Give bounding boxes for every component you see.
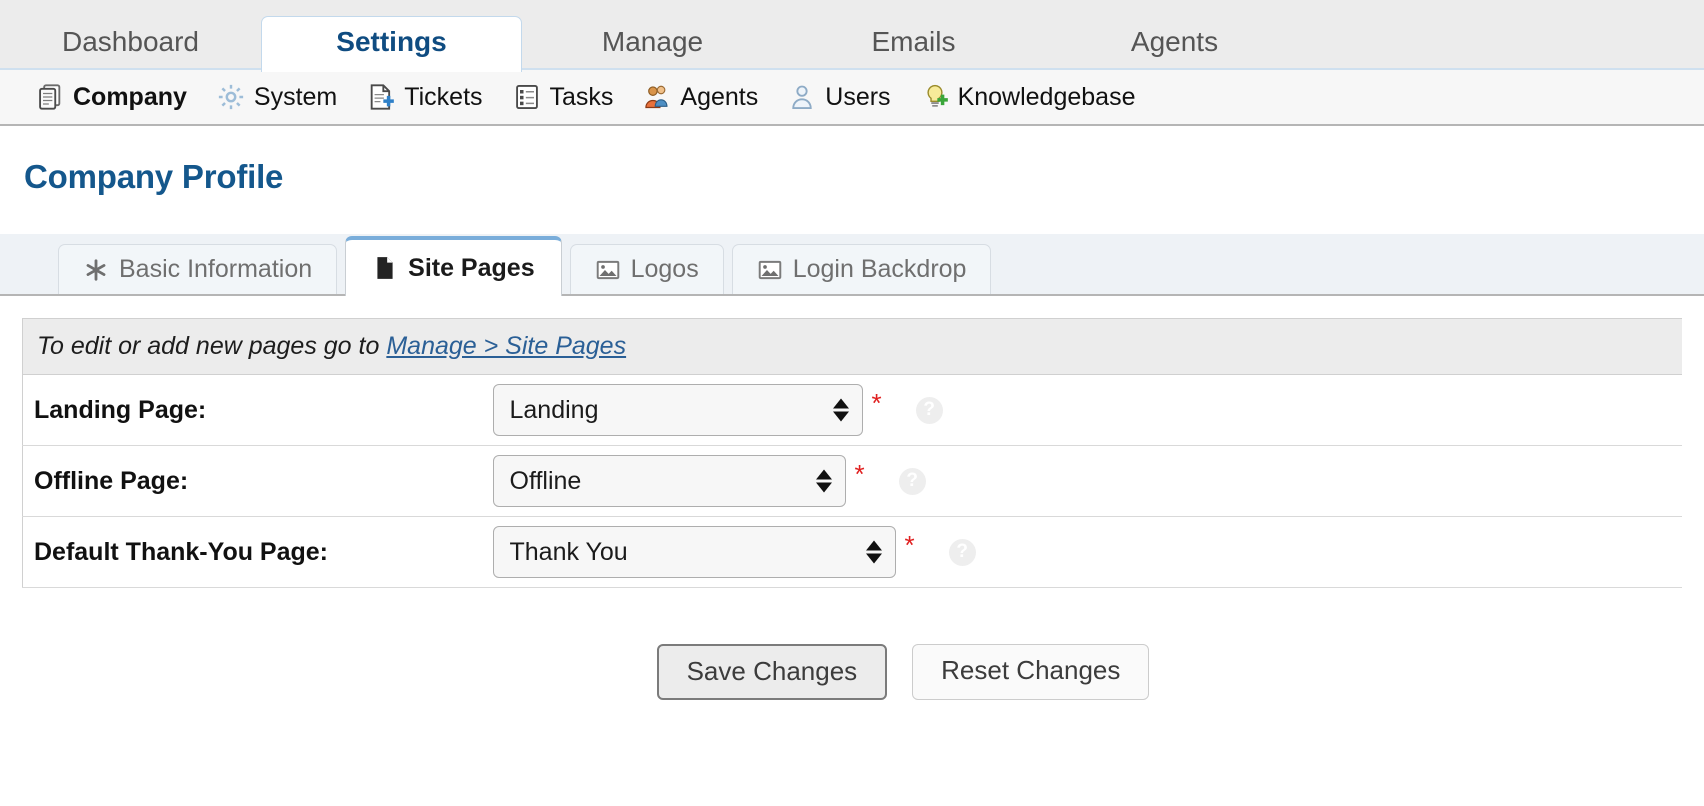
nav-tab-label: Manage — [602, 26, 703, 57]
subnav-item-label: Knowledgebase — [958, 83, 1136, 112]
select-value: Thank You — [510, 538, 628, 567]
subnav-item-system[interactable]: System — [217, 83, 337, 112]
form-row: Offline Page: Offline *? — [23, 446, 1683, 517]
select-spinner-icon[interactable] — [816, 470, 832, 493]
field-control-group: Offline *? — [493, 455, 1683, 507]
section-tab-site-pages[interactable]: Site Pages — [345, 236, 561, 296]
task-list-icon — [513, 83, 541, 111]
section-tab-logos[interactable]: Logos — [570, 244, 724, 294]
subnav-item-users[interactable]: Users — [788, 83, 890, 112]
form-row: Landing Page: Landing *? — [23, 375, 1683, 446]
field-control-group: Thank You *? — [493, 526, 1683, 578]
subnav-item-label: System — [254, 83, 337, 112]
nav-tab-settings[interactable]: Settings — [261, 16, 522, 72]
page-file-icon — [372, 255, 398, 281]
field-control-cell: Thank You *? — [493, 517, 1683, 588]
info-bar-text: To edit or add new pages go to — [37, 332, 386, 360]
select-value: Landing — [510, 396, 599, 425]
image-icon — [595, 257, 621, 283]
nav-tab-label: Agents — [1131, 26, 1218, 57]
section-tab-label: Login Backdrop — [793, 255, 967, 284]
nav-tab-dashboard[interactable]: Dashboard — [0, 17, 261, 70]
required-asterisk: * — [855, 461, 865, 487]
subnav-item-agents[interactable]: Agents — [643, 83, 758, 112]
settings-table: To edit or add new pages go to Manage > … — [22, 318, 1682, 588]
manage-site-pages-link[interactable]: Manage > Site Pages — [386, 332, 626, 360]
page-title: Company Profile — [0, 126, 1704, 196]
subnav-item-tickets[interactable]: Tickets — [367, 83, 482, 112]
ticket-document-icon — [367, 83, 395, 111]
field-label: Landing Page: — [23, 375, 493, 446]
nav-tab-label: Settings — [336, 26, 446, 57]
subnav-item-label: Tasks — [550, 83, 614, 112]
select-landing-page[interactable]: Landing — [493, 384, 863, 436]
help-icon[interactable]: ? — [916, 397, 943, 424]
section-tab-login-backdrop[interactable]: Login Backdrop — [732, 244, 992, 294]
field-control-cell: Landing *? — [493, 375, 1683, 446]
subnav-item-label: Agents — [680, 83, 758, 112]
form-actions: Save Changes Reset Changes — [22, 644, 1704, 700]
subnav-item-company[interactable]: Company — [36, 83, 187, 112]
nav-tab-label: Dashboard — [62, 26, 199, 57]
site-pages-form: To edit or add new pages go to Manage > … — [0, 296, 1704, 700]
select-spinner-icon[interactable] — [866, 541, 882, 564]
document-stack-icon — [36, 83, 64, 111]
user-icon — [788, 83, 816, 111]
section-tab-label: Logos — [631, 255, 699, 284]
secondary-navigation: Company System Tickets Tasks Agents — [0, 70, 1704, 126]
nav-tab-emails[interactable]: Emails — [783, 17, 1044, 70]
nav-tab-manage[interactable]: Manage — [522, 17, 783, 70]
field-label: Default Thank-You Page: — [23, 517, 493, 588]
nav-tab-agents[interactable]: Agents — [1044, 17, 1305, 70]
info-bar-row: To edit or add new pages go to Manage > … — [23, 319, 1683, 375]
image-icon — [757, 257, 783, 283]
subnav-item-label: Users — [825, 83, 890, 112]
section-tab-label: Basic Information — [119, 255, 312, 284]
select-value: Offline — [510, 467, 582, 496]
gear-icon — [217, 83, 245, 111]
subnav-item-label: Company — [73, 83, 187, 112]
section-tab-label: Site Pages — [408, 254, 534, 283]
agents-people-icon — [643, 83, 671, 111]
subnav-item-knowledgebase[interactable]: Knowledgebase — [921, 83, 1136, 112]
select-offline-page[interactable]: Offline — [493, 455, 846, 507]
section-tab-strip: Basic Information Site Pages Logos Login … — [0, 234, 1704, 296]
select-default-thank-you-page[interactable]: Thank You — [493, 526, 896, 578]
required-asterisk: * — [905, 532, 915, 558]
info-bar: To edit or add new pages go to Manage > … — [23, 319, 1683, 375]
form-row: Default Thank-You Page: Thank You *? — [23, 517, 1683, 588]
asterisk-icon — [83, 257, 109, 283]
help-icon[interactable]: ? — [949, 539, 976, 566]
required-asterisk: * — [872, 390, 882, 416]
field-control-cell: Offline *? — [493, 446, 1683, 517]
field-control-group: Landing *? — [493, 384, 1683, 436]
help-icon[interactable]: ? — [899, 468, 926, 495]
primary-navigation: Dashboard Settings Manage Emails Agents — [0, 0, 1704, 70]
reset-changes-button[interactable]: Reset Changes — [912, 644, 1149, 700]
save-changes-button[interactable]: Save Changes — [657, 644, 888, 700]
section-tab-basic-information[interactable]: Basic Information — [58, 244, 337, 294]
nav-tab-label: Emails — [871, 26, 955, 57]
select-spinner-icon[interactable] — [833, 399, 849, 422]
subnav-item-label: Tickets — [404, 83, 482, 112]
lightbulb-icon — [921, 83, 949, 111]
subnav-item-tasks[interactable]: Tasks — [513, 83, 614, 112]
field-label: Offline Page: — [23, 446, 493, 517]
